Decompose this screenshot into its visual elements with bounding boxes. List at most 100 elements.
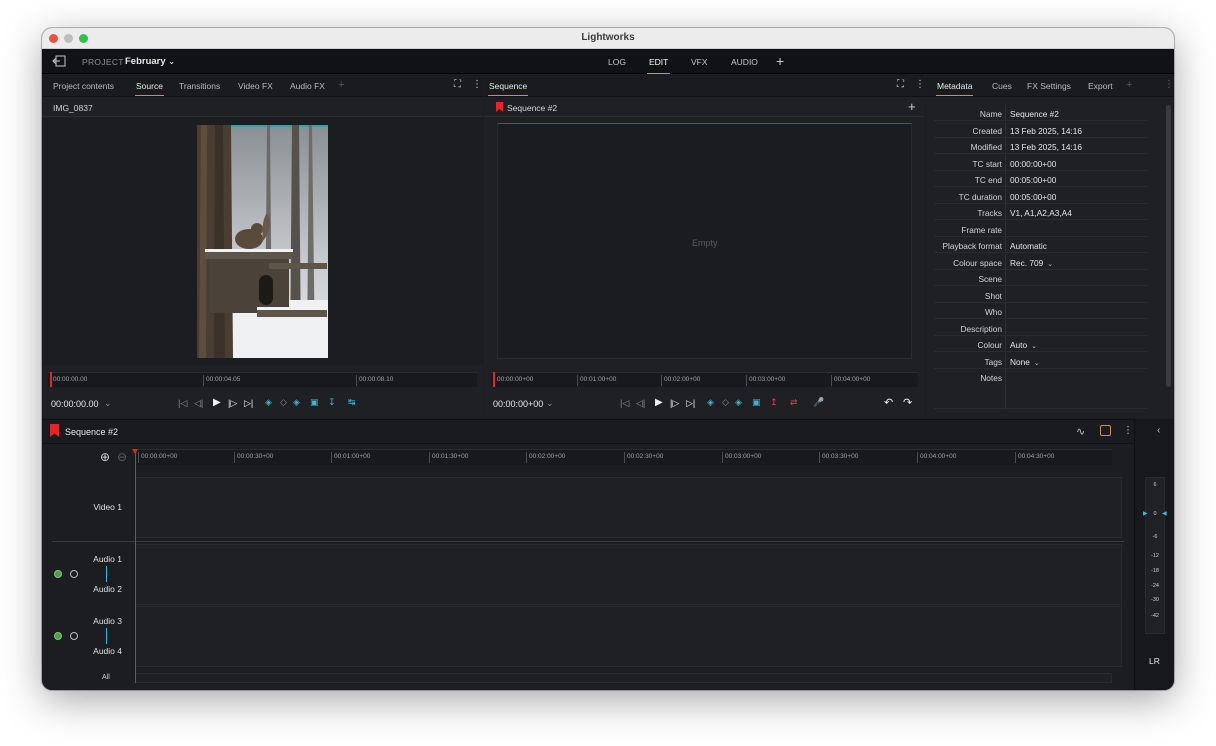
- metadata-value[interactable]: None ⌄: [1010, 357, 1040, 367]
- undo-icon[interactable]: ↶: [884, 396, 893, 409]
- remove-icon[interactable]: ↥: [770, 397, 778, 408]
- metadata-value[interactable]: 00:05:00+00: [1010, 175, 1056, 185]
- mark-clip-icon[interactable]: ▣: [310, 397, 319, 408]
- mark-clip-icon[interactable]: ▣: [752, 397, 761, 408]
- video-1-label[interactable]: Video 1: [72, 502, 122, 512]
- mark-out-icon[interactable]: ◈: [735, 397, 742, 408]
- source-viewer[interactable]: [42, 118, 483, 365]
- metadata-value[interactable]: V1, A1,A2,A3,A4: [1010, 208, 1072, 218]
- metadata-separator: [1005, 138, 1006, 154]
- audio-1-label[interactable]: Audio 1: [72, 554, 122, 564]
- add-tab-button[interactable]: +: [338, 79, 344, 91]
- tab-audio-fx[interactable]: Audio FX: [290, 81, 325, 91]
- sync-lock-icon[interactable]: [1100, 425, 1111, 436]
- metadata-tabbar: Metadata Cues FX Settings Export + ⋮: [926, 75, 1174, 97]
- waveform-icon[interactable]: ∿: [1076, 425, 1085, 438]
- timeline-playhead[interactable]: [135, 453, 136, 683]
- audio-3-label[interactable]: Audio 3: [72, 616, 122, 626]
- insert-icon[interactable]: ↧: [328, 397, 336, 408]
- chevron-down-icon[interactable]: ⌄: [104, 398, 112, 409]
- audio-2-label[interactable]: Audio 2: [72, 584, 122, 594]
- chevron-down-icon[interactable]: ⌄: [1047, 261, 1053, 268]
- add-tab-button[interactable]: +: [1126, 79, 1132, 91]
- step-forward-icon[interactable]: |▷: [228, 398, 237, 409]
- sequence-viewer[interactable]: Empty: [497, 123, 912, 359]
- audio-3-4-enable-toggle[interactable]: [54, 632, 62, 640]
- all-tracks-label[interactable]: All: [102, 674, 110, 681]
- tab-video-fx[interactable]: Video FX: [238, 81, 273, 91]
- audio-1-2-enable-toggle[interactable]: [54, 570, 62, 578]
- metadata-value[interactable]: 00:00:00+00: [1010, 159, 1056, 169]
- go-to-end-icon[interactable]: ▷|: [244, 398, 253, 409]
- play-icon[interactable]: ▶: [213, 397, 221, 408]
- metadata-value[interactable]: Automatic: [1010, 241, 1047, 251]
- metadata-value[interactable]: 00:05:00+00: [1010, 192, 1056, 202]
- metadata-value[interactable]: Sequence #2: [1010, 109, 1059, 119]
- audio-1-2-solo-toggle[interactable]: [70, 570, 78, 578]
- step-back-icon[interactable]: ◁|: [194, 398, 203, 409]
- go-to-start-icon[interactable]: |◁: [178, 398, 187, 409]
- mode-tab-edit[interactable]: EDIT: [646, 57, 671, 74]
- exit-project-icon[interactable]: [52, 55, 66, 67]
- more-options-icon[interactable]: ⋮: [472, 79, 482, 90]
- metadata-value[interactable]: Rec. 709 ⌄: [1010, 258, 1053, 268]
- more-options-icon[interactable]: ⋮: [915, 79, 925, 90]
- add-mode-button[interactable]: +: [776, 53, 784, 69]
- mode-tab-vfx[interactable]: VFX: [691, 57, 708, 67]
- tab-source[interactable]: Source: [135, 81, 164, 96]
- all-tracks-bar[interactable]: [135, 673, 1112, 683]
- project-selector[interactable]: February ⌄: [125, 56, 175, 67]
- audio-3-4-solo-toggle[interactable]: [70, 632, 78, 640]
- tab-project-contents[interactable]: Project contents: [53, 81, 114, 91]
- video-track-1[interactable]: [135, 477, 1122, 538]
- timeline-time-ruler[interactable]: 00:00:00+00 00:00:30+00 00:01:00+00 00:0…: [135, 449, 1112, 465]
- play-icon[interactable]: ▶: [655, 397, 663, 408]
- delete-icon[interactable]: ⇄: [790, 397, 798, 408]
- sequence-playhead[interactable]: [493, 372, 495, 387]
- overwrite-icon[interactable]: ↹: [348, 397, 356, 408]
- mode-tab-audio[interactable]: AUDIO: [731, 57, 758, 67]
- tab-export[interactable]: Export: [1088, 81, 1113, 91]
- tab-transitions[interactable]: Transitions: [179, 81, 220, 91]
- audio-tracks-1-2[interactable]: [135, 544, 1122, 605]
- source-timecode[interactable]: 00:00:00.00: [51, 399, 99, 409]
- more-options-icon[interactable]: ⋮: [1164, 79, 1174, 90]
- mark-clear-icon[interactable]: ◇: [280, 397, 287, 408]
- mark-in-icon[interactable]: ◈: [265, 397, 272, 408]
- go-to-start-icon[interactable]: |◁: [620, 398, 629, 409]
- tab-sequence[interactable]: Sequence: [487, 81, 529, 96]
- mode-tab-log[interactable]: LOG: [608, 57, 626, 67]
- fullscreen-icon[interactable]: ⛶: [897, 79, 904, 90]
- metadata-value[interactable]: Auto ⌄: [1010, 340, 1037, 350]
- sequence-timecode[interactable]: 00:00:00+00: [493, 399, 543, 409]
- step-back-icon[interactable]: ◁|: [636, 398, 645, 409]
- tab-fx-settings[interactable]: FX Settings: [1027, 81, 1071, 91]
- metadata-value[interactable]: 13 Feb 2025, 14:16: [1010, 142, 1082, 152]
- mark-in-icon[interactable]: ◈: [707, 397, 714, 408]
- chevron-down-icon[interactable]: ⌄: [546, 398, 554, 409]
- mark-clear-icon[interactable]: ◇: [722, 397, 729, 408]
- audio-4-label[interactable]: Audio 4: [72, 646, 122, 656]
- mark-out-icon[interactable]: ◈: [293, 397, 300, 408]
- fullscreen-icon[interactable]: ⛶: [454, 79, 461, 90]
- microphone-icon[interactable]: 🎤: [813, 397, 824, 408]
- chevron-down-icon[interactable]: ⌄: [1031, 343, 1037, 350]
- more-options-icon[interactable]: ⋮: [1123, 425, 1133, 436]
- source-time-ruler[interactable]: 00:00:00.00 00:00:04.05 00:00:08.10: [48, 372, 477, 387]
- redo-icon[interactable]: ↷: [903, 396, 912, 409]
- chevron-down-icon[interactable]: ⌄: [1034, 360, 1040, 367]
- tab-cues[interactable]: Cues: [992, 81, 1012, 91]
- sequence-time-ruler[interactable]: 00:00:00+00 00:01:00+00 00:02:00+00 00:0…: [491, 372, 918, 387]
- zoom-out-icon[interactable]: ⊖: [117, 450, 127, 464]
- playhead-handle[interactable]: [132, 449, 138, 454]
- add-icon[interactable]: +: [908, 99, 916, 114]
- source-playhead[interactable]: [50, 372, 52, 387]
- step-forward-icon[interactable]: |▷: [670, 398, 679, 409]
- collapse-chevron-icon[interactable]: ‹: [1157, 425, 1160, 436]
- tab-metadata[interactable]: Metadata: [935, 81, 974, 96]
- audio-tracks-3-4[interactable]: [135, 606, 1122, 667]
- metadata-scrollbar[interactable]: [1166, 105, 1171, 387]
- metadata-value[interactable]: 13 Feb 2025, 14:16: [1010, 126, 1082, 136]
- zoom-in-icon[interactable]: ⊕: [100, 450, 110, 464]
- go-to-end-icon[interactable]: ▷|: [686, 398, 695, 409]
